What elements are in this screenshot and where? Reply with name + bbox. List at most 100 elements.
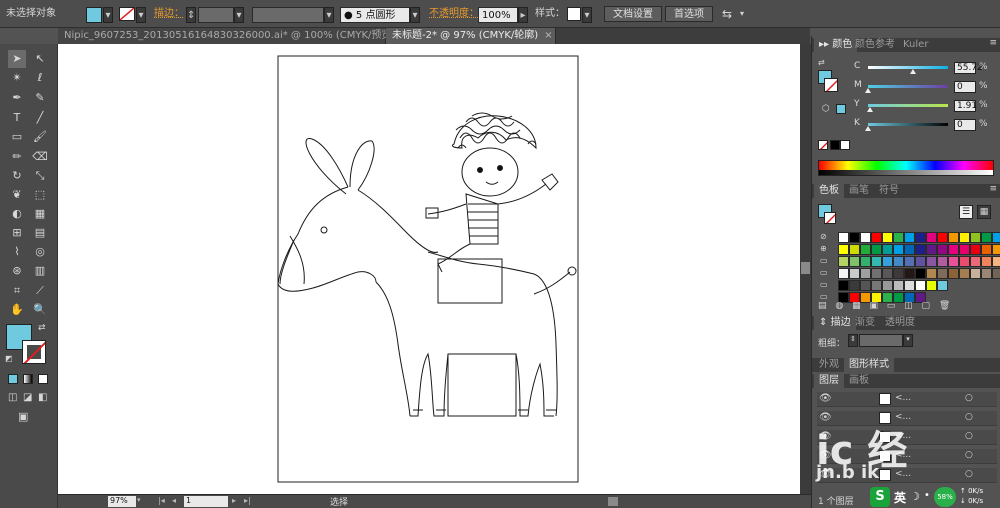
type-tool-icon[interactable]: T <box>8 109 26 127</box>
color-stroke-box[interactable] <box>824 78 838 92</box>
variable-width-dropdown[interactable]: ▾ <box>324 7 334 23</box>
color-swatch[interactable] <box>959 244 970 255</box>
color-swatch[interactable] <box>926 232 937 243</box>
none-mode-icon[interactable] <box>38 374 48 384</box>
color-swatch[interactable] <box>948 268 959 279</box>
color-swatch[interactable] <box>893 244 904 255</box>
color-spectrum[interactable] <box>818 160 994 176</box>
weight-stepper[interactable]: ⇕ <box>848 334 858 347</box>
free-transform-tool-icon[interactable]: ⬚ <box>31 186 49 204</box>
color-swatch[interactable] <box>926 256 937 267</box>
color-swatch[interactable] <box>937 280 948 291</box>
sogou-ime-icon[interactable]: S <box>870 487 890 507</box>
color-swatch[interactable] <box>893 256 904 267</box>
brush-dropdown[interactable]: ▾ <box>410 7 420 23</box>
color-swatch[interactable] <box>959 256 970 267</box>
direct-selection-tool-icon[interactable]: ↖ <box>31 50 49 68</box>
draw-normal-icon[interactable]: ◫ <box>8 392 17 403</box>
stroke-weight-dropdown[interactable]: ▾ <box>234 7 244 23</box>
document-setup-button[interactable]: 文档设置 <box>604 6 662 22</box>
magic-wand-tool-icon[interactable]: ✴ <box>8 69 26 87</box>
color-swatch[interactable] <box>849 244 860 255</box>
stroke-swatch[interactable] <box>119 7 135 21</box>
gradient-mode-icon[interactable] <box>23 374 33 384</box>
color-swatch[interactable] <box>937 244 948 255</box>
color-swatch[interactable] <box>849 232 860 243</box>
color-swatch[interactable] <box>838 232 849 243</box>
color-swatch[interactable] <box>838 268 849 279</box>
tab-color-guide[interactable]: 颜色参考 <box>850 38 900 52</box>
perspective-grid-tool-icon[interactable]: ▦ <box>31 205 49 223</box>
gradient-tool-icon[interactable]: ▤ <box>31 224 49 242</box>
tab-artboards[interactable]: 画板 <box>844 374 874 388</box>
color-swatch[interactable] <box>915 232 926 243</box>
tab-layers[interactable]: 图层 <box>814 374 844 388</box>
color-swatch[interactable] <box>948 232 959 243</box>
pencil-tool-icon[interactable]: ✏ <box>8 148 26 166</box>
style-dropdown[interactable]: ▾ <box>582 7 592 23</box>
stroke-weight-stepper[interactable]: ⇕ <box>186 7 196 23</box>
color-swatch[interactable] <box>871 244 882 255</box>
mesh-tool-icon[interactable]: ⊞ <box>8 224 26 242</box>
swatch-stroke-box[interactable] <box>824 212 836 224</box>
curvature-tool-icon[interactable]: ✎ <box>31 89 49 107</box>
rectangle-tool-icon[interactable]: ▭ <box>8 128 26 146</box>
color-swatch[interactable] <box>882 232 893 243</box>
color-swatch[interactable] <box>860 280 871 291</box>
opacity-dropdown[interactable]: ▸ <box>518 7 528 23</box>
rotate-tool-icon[interactable]: ↻ <box>8 167 26 185</box>
none-color-icon[interactable] <box>818 140 828 150</box>
color-swatch[interactable] <box>992 232 1000 243</box>
color-swatch[interactable] <box>838 256 849 267</box>
color-swatch[interactable] <box>981 244 992 255</box>
color-swatch[interactable] <box>871 268 882 279</box>
channel-value-m[interactable]: 0 <box>954 81 976 93</box>
color-swatch[interactable] <box>882 280 893 291</box>
tab-nipic-document[interactable]: Nipic_9607253_20130516164830326000.ai* @… <box>58 28 410 44</box>
opacity-label[interactable]: 不透明度： <box>429 6 479 22</box>
color-mode-icon[interactable] <box>8 374 18 384</box>
slider-thumb[interactable] <box>866 107 873 112</box>
color-swatch[interactable] <box>915 244 926 255</box>
registration-swatch-icon[interactable]: ⊕ <box>820 244 827 253</box>
color-swatch[interactable] <box>849 280 860 291</box>
draw-behind-icon[interactable]: ◪ <box>23 392 32 403</box>
artwork-drawing[interactable] <box>58 44 800 494</box>
channel-slider-m[interactable] <box>868 85 948 88</box>
hand-tool-icon[interactable]: ✋ <box>8 301 26 319</box>
color-swatch[interactable] <box>904 232 915 243</box>
color-swatch[interactable] <box>959 232 970 243</box>
color-swatch[interactable] <box>904 244 915 255</box>
brush-field[interactable]: ● 5 点圆形 <box>340 7 410 23</box>
symbol-sprayer-tool-icon[interactable]: ⊛ <box>8 262 26 280</box>
target-icon[interactable]: ○ <box>965 412 973 422</box>
color-swatch[interactable] <box>871 232 882 243</box>
color-swatch[interactable] <box>860 244 871 255</box>
layer-name[interactable]: <... <box>895 393 911 403</box>
artboard-number-field[interactable]: 1 <box>184 496 228 507</box>
eye-icon[interactable]: 👁 <box>819 393 832 404</box>
color-swatch[interactable] <box>882 268 893 279</box>
opacity-field[interactable]: 100% <box>478 7 518 23</box>
color-swatch[interactable] <box>871 256 882 267</box>
color-swatch[interactable] <box>904 256 915 267</box>
target-icon[interactable]: ○ <box>965 450 973 460</box>
blend-tool-icon[interactable]: ◎ <box>31 243 49 261</box>
color-swatch[interactable] <box>860 268 871 279</box>
folder-icon[interactable]: ▭ <box>820 256 828 265</box>
channel-value-c[interactable]: 55.72 <box>954 62 983 74</box>
white-color-icon[interactable] <box>840 140 850 150</box>
screen-mode-icon[interactable]: ▣ <box>18 410 28 423</box>
horizontal-scrollbar-thumb[interactable] <box>608 497 618 506</box>
color-swatch[interactable] <box>937 268 948 279</box>
color-swatch[interactable] <box>849 256 860 267</box>
tab-graphic-styles[interactable]: 图形样式 <box>844 358 894 372</box>
channel-slider-c[interactable] <box>868 66 948 69</box>
preferences-button[interactable]: 首选项 <box>665 6 713 22</box>
gamut-swatch[interactable] <box>836 104 846 114</box>
prev-artboard-icon[interactable]: ◂ <box>172 496 176 505</box>
none-swatch-icon[interactable]: ⊘ <box>820 232 827 241</box>
color-swatch[interactable] <box>893 232 904 243</box>
lasso-tool-icon[interactable]: ℓ <box>31 69 49 87</box>
color-swatch[interactable] <box>893 280 904 291</box>
